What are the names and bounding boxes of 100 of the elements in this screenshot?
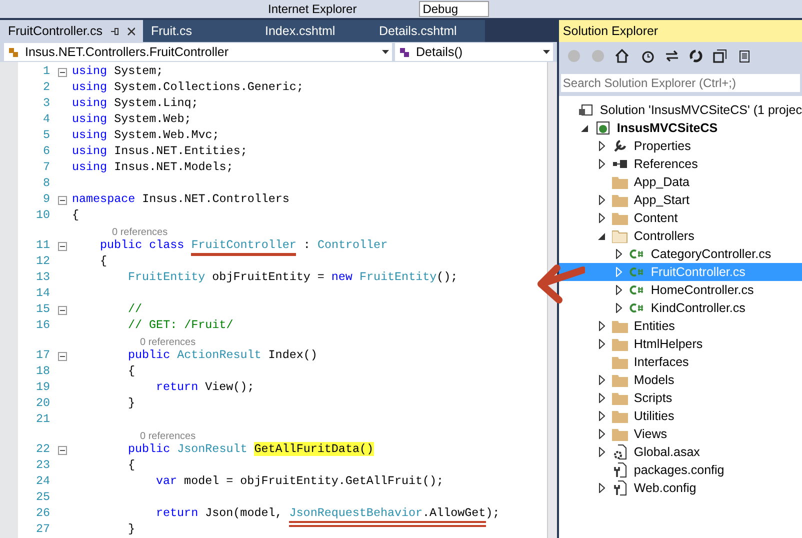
collapse-icon[interactable] [58, 446, 67, 454]
tree-item[interactable]: Views [558, 425, 802, 443]
collapsed-arrow-icon[interactable] [598, 321, 605, 331]
configuration-dropdown[interactable]: Debug [418, 1, 489, 17]
wrench-icon [613, 139, 628, 153]
collapse-icon[interactable] [712, 49, 727, 63]
code-line: namespace Insus.NET.Controllers [72, 191, 290, 208]
search-field[interactable]: Search Solution Explorer (Ctrl+;) [560, 74, 800, 92]
tree-item[interactable]: Utilities [558, 407, 802, 425]
line-number: 9 [42, 191, 51, 208]
editor-tab[interactable]: Fruit.cs [143, 20, 257, 42]
collapsed-arrow-icon[interactable] [598, 159, 605, 169]
code-line: { [128, 457, 136, 474]
tree-item[interactable]: Controllers [558, 227, 802, 245]
line-number: 18 [34, 363, 51, 380]
line-number: 21 [34, 411, 51, 428]
tree-item[interactable]: App_Start [558, 191, 802, 209]
tree-item[interactable]: Global.asax [558, 443, 802, 461]
code-line: public class FruitController : Controller [100, 237, 388, 255]
type-dropdown[interactable]: Insus.NET.Controllers.FruitController [4, 43, 392, 61]
member-dropdown[interactable]: Details() [395, 43, 553, 61]
line-number: 25 [34, 489, 51, 506]
collapsed-arrow-icon[interactable] [616, 303, 622, 313]
tree-item[interactable]: HtmlHelpers [558, 335, 802, 353]
wrench-file-icon [613, 480, 628, 496]
collapsed-arrow-icon[interactable] [598, 375, 605, 385]
files-icon[interactable] [736, 49, 751, 63]
collapsed-arrow-icon[interactable] [616, 249, 622, 259]
tree-item[interactable]: Scripts [558, 389, 802, 407]
folder-icon [612, 320, 628, 332]
editor-tab[interactable]: Index.cshtml [257, 20, 371, 42]
editor-tab[interactable]: FruitController.cs [0, 20, 143, 42]
code-line: // GET: /Fruit/ [128, 317, 234, 334]
line-number: 2 [42, 79, 51, 96]
code-line: { [128, 363, 136, 380]
tree-item[interactable]: Web.config [558, 479, 802, 497]
line-number: 17 [34, 347, 51, 364]
tree-item[interactable]: CategoryController.cs [558, 245, 802, 263]
collapse-icon[interactable] [58, 306, 67, 314]
collapse-icon[interactable] [58, 68, 67, 76]
line-number: 24 [34, 473, 51, 490]
pin-icon[interactable] [110, 26, 119, 36]
collapsed-arrow-icon[interactable] [598, 411, 605, 421]
code-line: using System; [72, 63, 164, 80]
tree-item[interactable]: References [558, 155, 802, 173]
collapsed-arrow-icon[interactable] [598, 483, 605, 493]
collapsed-arrow-icon[interactable] [598, 195, 605, 205]
home-icon[interactable] [614, 49, 629, 63]
collapse-icon[interactable] [58, 242, 67, 250]
collapsed-arrow-icon[interactable] [598, 339, 605, 349]
collapse-icon[interactable] [58, 196, 67, 204]
tree-item[interactable]: Models [558, 371, 802, 389]
csharp-file-icon [629, 284, 646, 296]
tree-item[interactable]: HomeController.cs [558, 281, 802, 299]
code-line: using System.Linq; [72, 95, 198, 112]
tree-item[interactable]: packages.config [558, 461, 802, 479]
tree-item[interactable]: Entities [558, 317, 802, 335]
code-line: using Insus.NET.Entities; [72, 143, 248, 160]
tree-item[interactable]: InsusMVCSiteCS [558, 119, 802, 137]
csharp-file-icon [629, 248, 646, 260]
line-number: 15 [34, 301, 51, 318]
collapsed-arrow-icon[interactable] [598, 447, 605, 457]
tree-item[interactable]: Properties [558, 137, 802, 155]
collapsed-arrow-icon[interactable] [598, 141, 605, 151]
line-number: 22 [34, 441, 51, 458]
run-target-button[interactable]: Internet Explorer [268, 3, 357, 15]
line-number: 27 [34, 521, 51, 538]
collapse-icon[interactable] [58, 352, 67, 360]
editor-tab[interactable]: Details.cshtml [371, 20, 485, 42]
sync-icon[interactable] [664, 49, 679, 63]
folder-icon [612, 176, 628, 188]
tree-item[interactable]: Content [558, 209, 802, 227]
code-line: using System.Web.Mvc; [72, 127, 220, 144]
tree-item[interactable]: Solution 'InsusMVCSiteCS' (1 projec [558, 101, 802, 119]
folder-icon [612, 212, 628, 224]
solution-icon [579, 104, 594, 116]
code-line: { [100, 253, 108, 270]
collapsed-arrow-icon[interactable] [598, 429, 605, 439]
tree-item[interactable]: App_Data [558, 173, 802, 191]
codelens-label[interactable]: 0 references [140, 337, 196, 348]
code-line: { [72, 207, 80, 224]
codelens-label[interactable]: 0 references [140, 431, 196, 442]
code-line: using System.Collections.Generic; [72, 79, 304, 96]
line-number: 5 [42, 127, 51, 144]
collapsed-arrow-icon[interactable] [598, 213, 605, 223]
collapsed-arrow-icon[interactable] [616, 285, 622, 295]
vertical-scrollbar[interactable] [546, 62, 557, 538]
refresh-icon[interactable] [688, 49, 703, 63]
codelens-label[interactable]: 0 references [112, 227, 168, 238]
code-line: } [128, 521, 136, 538]
expanded-arrow-icon[interactable] [598, 232, 606, 240]
expanded-arrow-icon[interactable] [581, 124, 588, 132]
tree-item[interactable]: KindController.cs [558, 299, 802, 317]
code-line: public JsonResult GetAllFuritData() [128, 441, 374, 458]
tree-item[interactable]: Interfaces [558, 353, 802, 371]
code-line: public ActionResult Index() [128, 347, 318, 364]
folder-icon [612, 338, 628, 350]
collapsed-arrow-icon[interactable] [598, 393, 605, 403]
close-icon[interactable] [126, 26, 135, 36]
folder-icon [612, 356, 628, 368]
